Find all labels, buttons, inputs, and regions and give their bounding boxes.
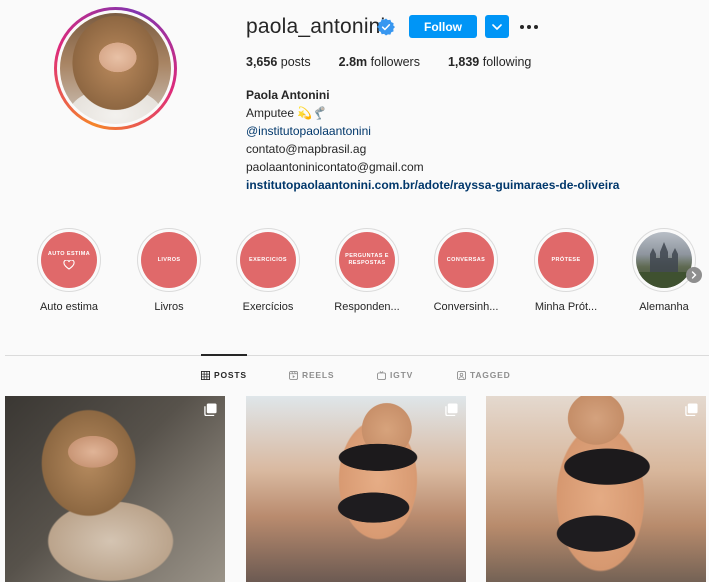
- grid-icon: [201, 370, 210, 380]
- highlight-livros[interactable]: LIVROS Livros: [126, 228, 212, 313]
- followers-count-label: followers: [370, 55, 420, 69]
- profile-bio: Paola Antonini Amputee 💫🦿 @institutopaol…: [246, 86, 619, 194]
- following-count[interactable]: 1,839 following: [448, 55, 531, 69]
- bio-line: paolaantoninicontato@gmail.com: [246, 160, 424, 174]
- post-thumbnail[interactable]: [246, 396, 466, 582]
- highlight-auto-estima[interactable]: AUTO ESTIMA Auto estima: [26, 228, 112, 313]
- highlight-cover-photo: [636, 232, 692, 288]
- tagged-icon: [457, 370, 466, 380]
- bio-website-link[interactable]: institutopaolaantonini.com.br/adote/rays…: [246, 176, 619, 194]
- tab-label: REELS: [302, 370, 335, 380]
- following-count-value: 1,839: [447, 55, 480, 69]
- highlight-cover-text: CONVERSAS: [446, 256, 486, 263]
- highlight-ring: CONVERSAS: [434, 228, 498, 292]
- profile-avatar[interactable]: [60, 13, 171, 124]
- highlight-cover: LIVROS: [141, 232, 197, 288]
- highlight-label: Auto estima: [39, 301, 99, 313]
- profile-avatar-ring[interactable]: [54, 7, 177, 130]
- highlight-perguntas[interactable]: PERGUNTAS E RESPOSTAS Responden...: [324, 228, 410, 313]
- profile-stats: 3,656 posts 2.8m followers 1,839 followi…: [246, 55, 559, 69]
- multiple-photos-icon: [204, 403, 217, 416]
- highlight-label: Livros: [154, 301, 184, 313]
- chevron-right-icon: [691, 271, 697, 279]
- tab-posts[interactable]: POSTS: [201, 370, 247, 380]
- highlight-cover: CONVERSAS: [438, 232, 494, 288]
- bio-line: Amputee 💫🦿: [246, 106, 328, 120]
- tab-reels[interactable]: REELS: [289, 370, 334, 380]
- profile-full-name: Paola Antonini: [246, 88, 330, 102]
- highlight-ring: [632, 228, 696, 292]
- profile-username: paola_antonini: [246, 15, 386, 38]
- highlight-conversas[interactable]: CONVERSAS Conversinh...: [423, 228, 509, 313]
- posts-count: 3,656 posts: [246, 55, 311, 69]
- profile-tabs: POSTS REELS IGTV TAGGED: [0, 370, 709, 386]
- bio-line: contato@mapbrasil.ag: [246, 142, 367, 156]
- tab-label: IGTV: [390, 370, 414, 380]
- highlight-cover: PRÓTESE: [538, 232, 594, 288]
- story-highlights: AUTO ESTIMA Auto estima LIVROS Livros EX…: [0, 228, 709, 318]
- highlight-cover: EXERCICIOS: [240, 232, 296, 288]
- cathedral-photo-icon: [636, 242, 692, 288]
- highlight-protese[interactable]: PRÓTESE Minha Prót...: [523, 228, 609, 313]
- highlight-cover: AUTO ESTIMA: [41, 232, 97, 288]
- multiple-photos-icon: [445, 403, 458, 416]
- highlight-label: Minha Prót...: [534, 301, 598, 313]
- highlight-label: Exercícios: [242, 301, 294, 313]
- highlight-cover-text: AUTO ESTIMA: [47, 250, 91, 257]
- posts-count-value: 3,656: [246, 55, 278, 69]
- tab-tagged[interactable]: TAGGED: [457, 370, 511, 380]
- highlight-cover-text: EXERCICIOS: [249, 256, 287, 263]
- tab-igtv[interactable]: IGTV: [377, 370, 413, 380]
- highlight-label: Conversinh...: [433, 301, 499, 313]
- highlight-ring: EXERCICIOS: [236, 228, 300, 292]
- igtv-icon: [377, 370, 386, 380]
- profile-page: paola_antonini Follow 3,656 posts 2.8m f…: [0, 0, 709, 582]
- post-thumbnail[interactable]: [5, 396, 225, 582]
- followers-count-value: 2.8m: [338, 55, 368, 69]
- highlight-cover-text: LIVROS: [157, 256, 181, 263]
- post-thumbnail[interactable]: [486, 396, 706, 582]
- highlight-ring: PERGUNTAS E RESPOSTAS: [335, 228, 399, 292]
- tabs-divider: [5, 355, 709, 356]
- highlight-ring: LIVROS: [137, 228, 201, 292]
- highlight-label: Alemanha: [639, 301, 689, 313]
- highlight-cover-text: PERGUNTAS E RESPOSTAS: [345, 253, 389, 266]
- bio-mention-link[interactable]: @institutopaolaantonini: [246, 122, 619, 140]
- follow-button[interactable]: Follow: [409, 15, 477, 38]
- posts-count-label: posts: [280, 55, 311, 69]
- highlight-ring: PRÓTESE: [534, 228, 598, 292]
- heart-icon: [63, 259, 75, 270]
- tab-label: TAGGED: [470, 370, 511, 380]
- multiple-photos-icon: [685, 403, 698, 416]
- highlight-ring: AUTO ESTIMA: [37, 228, 101, 292]
- active-tab-indicator: [201, 354, 247, 356]
- chevron-down-icon: [492, 23, 502, 30]
- verified-badge-icon: [377, 18, 395, 36]
- suggested-accounts-button[interactable]: [485, 15, 509, 38]
- more-options-icon[interactable]: [518, 15, 540, 38]
- following-count-label: following: [482, 55, 532, 69]
- highlight-label: Responden...: [334, 301, 400, 313]
- highlight-exercicios[interactable]: EXERCICIOS Exercícios: [225, 228, 311, 313]
- profile-avatar-frame: [57, 10, 174, 127]
- highlight-cover-text: PRÓTESE: [551, 256, 581, 263]
- reels-icon: [289, 370, 298, 380]
- followers-count[interactable]: 2.8m followers: [339, 55, 420, 69]
- highlights-next-button[interactable]: [686, 267, 702, 283]
- highlight-cover: PERGUNTAS E RESPOSTAS: [339, 232, 395, 288]
- tab-label: POSTS: [214, 370, 247, 380]
